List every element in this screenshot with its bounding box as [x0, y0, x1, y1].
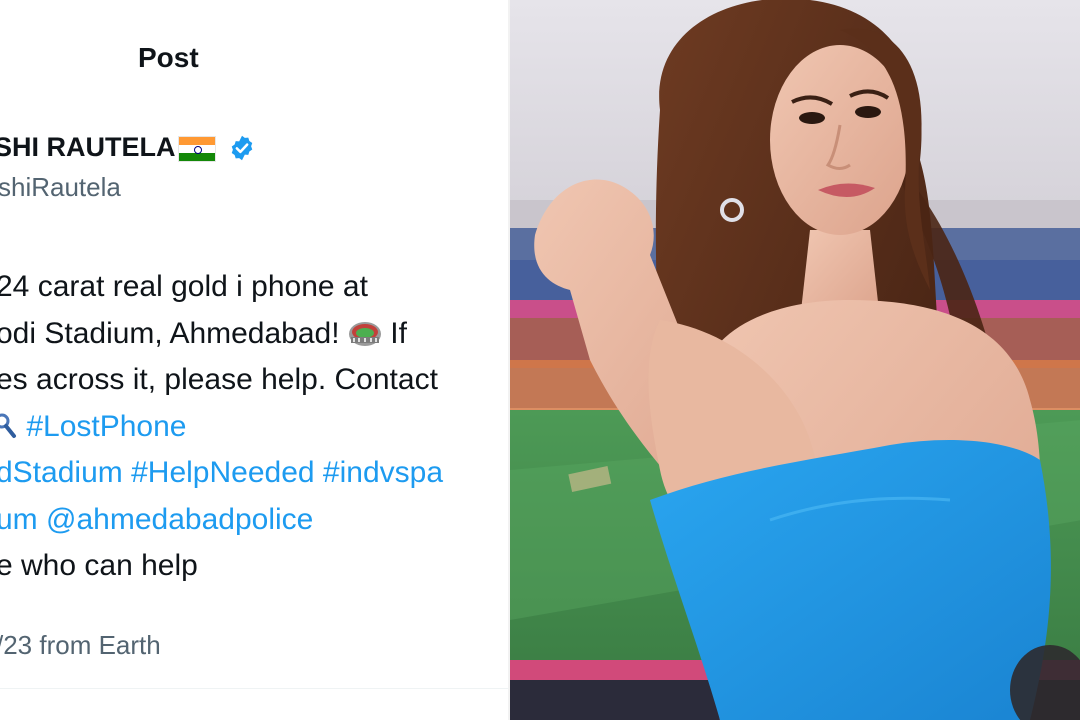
india-flag-icon — [177, 135, 216, 162]
post-panel: Post SHI RAUTELA shiRautela 24 carat rea… — [0, 0, 508, 720]
post-line: odi Stadium, Ahmedabad! If — [0, 311, 508, 358]
post-text: 24 carat real gold i phone at odi Stadiu… — [0, 264, 508, 590]
author-handle-text[interactable]: shiRautela — [0, 172, 121, 202]
hashtag-link[interactable]: #indvspa — [323, 456, 443, 489]
post-line: um @ahmedabadpolice — [0, 497, 508, 544]
truncated-text: ... — [0, 706, 17, 720]
post-timestamp[interactable]: /23 from Earth — [0, 630, 161, 661]
post-line: e who can help — [0, 549, 198, 582]
post-line-text: If — [390, 316, 407, 350]
hashtag-link[interactable]: #HelpNeeded — [131, 456, 314, 489]
author-name-row[interactable]: SHI RAUTELA — [0, 132, 256, 163]
hashtag-link[interactable]: um — [0, 503, 38, 536]
blue-dress — [650, 440, 1051, 720]
stadium-photo — [510, 0, 1080, 720]
author-name[interactable]: SHI RAUTELA — [0, 132, 176, 163]
magnifier-emoji-icon — [0, 413, 16, 438]
divider — [0, 688, 508, 689]
hashtag-link[interactable]: #LostPhone — [26, 410, 186, 443]
page-title: Post — [138, 42, 199, 73]
stadium-emoji-icon — [348, 321, 381, 346]
post-line: es across it, please help. Contact — [0, 363, 438, 396]
post-line: dStadium #HelpNeeded #indvspa — [0, 450, 508, 497]
verified-badge-icon — [231, 135, 252, 160]
author-handle[interactable]: shiRautela — [0, 172, 121, 203]
post-line-text: odi Stadium, Ahmedabad! — [0, 316, 340, 350]
mention-link[interactable]: @ahmedabadpolice — [46, 503, 313, 536]
photo-panel — [508, 0, 1080, 720]
post-header: Post — [0, 0, 508, 118]
post-line: 24 carat real gold i phone at — [0, 270, 368, 303]
hashtag-link[interactable]: dStadium — [0, 456, 123, 489]
post-line: #LostPhone — [0, 404, 508, 451]
